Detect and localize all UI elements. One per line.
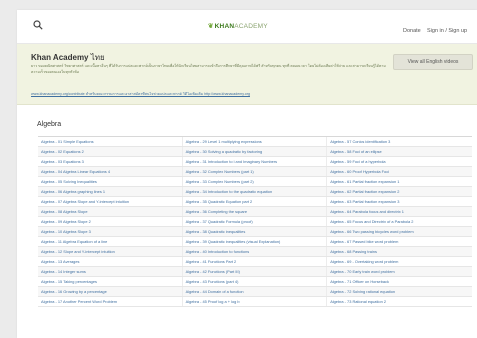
video-link[interactable]: Algebra - 07 Algebra Slope and Y-interce… (38, 197, 183, 206)
table-row: Algebra - 08 Algebra Slope Algebra - 36 C… (38, 207, 472, 217)
video-link[interactable]: Algebra - 68 Passing trains (327, 247, 472, 256)
table-row: Algebra - 05 Solving Inequalities Algebra… (38, 177, 472, 187)
video-link[interactable]: Algebra - 64 Parabola focus and directri… (327, 207, 472, 216)
video-link[interactable]: Algebra - 60 Proof Hyperbola Foci (327, 167, 472, 176)
video-link[interactable]: Algebra - 30 Solving a quadratic by fact… (183, 147, 328, 156)
video-link[interactable]: Algebra - 11 Algebra Equation of a line (38, 237, 183, 246)
signin-link[interactable]: Sign in / Sign up (427, 28, 467, 34)
video-link[interactable]: Algebra - 02 Equations 2 (38, 147, 183, 156)
table-row: Algebra - 14 Integer sums Algebra - 42 Fu… (38, 267, 472, 277)
video-link[interactable]: Algebra - 72 Solving rational equation (327, 287, 472, 296)
video-link[interactable]: Algebra - 35 Quadratic Equation part 2 (183, 197, 328, 206)
video-link[interactable]: Algebra - 65 Focus and Directrix of a Pa… (327, 217, 472, 226)
video-link[interactable]: Algebra - 17 Another Percent Word Proble… (38, 297, 183, 306)
video-link[interactable]: Algebra - 61 Partial fraction expansion … (327, 177, 472, 186)
video-link[interactable]: Algebra - 40 Introduction to functions (183, 247, 328, 256)
video-link[interactable]: Algebra - 32 Complex Numbers (part 1) (183, 167, 328, 176)
video-link[interactable]: Algebra - 05 Solving Inequalities (38, 177, 183, 186)
video-link[interactable]: Algebra - 12 Slope and Y-intercept intui… (38, 247, 183, 256)
video-link[interactable]: Algebra - 04 Algebra Linear Equations 4 (38, 167, 183, 176)
video-link[interactable]: Algebra - 31 Introduction to i and Imagi… (183, 157, 328, 166)
video-link[interactable]: Algebra - 36 Completing the square (183, 207, 328, 216)
table-row: Algebra - 02 Equations 2 Algebra - 30 Sol… (38, 147, 472, 157)
video-link[interactable]: Algebra - 43 Functions (part 4) (183, 277, 328, 286)
video-link[interactable]: Algebra - 33 Complex Numbers (part 2) (183, 177, 328, 186)
video-link[interactable]: Algebra - 39 Quadratic inequalities (vis… (183, 237, 328, 246)
video-link[interactable]: Algebra - 45 Proof log a + log b (183, 297, 328, 306)
video-link[interactable]: Algebra - 37 Quadratic Formula (proof) (183, 217, 328, 226)
video-link[interactable]: Algebra - 42 Functions (Part III) (183, 267, 328, 276)
video-link[interactable]: Algebra - 67 Passed bike word problem (327, 237, 472, 246)
video-table: Algebra - 01 Simple Equations Algebra - 2… (38, 136, 472, 307)
khan-academy-logo[interactable]: ❦KHANACADEMY (208, 22, 268, 30)
video-link[interactable]: Algebra - 66 Two passing bicycles word p… (327, 227, 472, 236)
video-link[interactable]: Algebra - 29 Level 1 multiplying express… (183, 137, 328, 146)
video-link[interactable]: Algebra - 44 Domain of a function (183, 287, 328, 296)
table-row: Algebra - 09 Algebra Slope 2 Algebra - 37… (38, 217, 472, 227)
table-row: Algebra - 12 Slope and Y-intercept intui… (38, 247, 472, 257)
table-row: Algebra - 03 Equations 3 Algebra - 31 Int… (38, 157, 472, 167)
table-row: Algebra - 07 Algebra Slope and Y-interce… (38, 197, 472, 207)
video-link[interactable]: Algebra - 34 Introduction to the quadrat… (183, 187, 328, 196)
search-icon[interactable] (33, 20, 43, 30)
table-row: Algebra - 10 Algebra Slope 3 Algebra - 38… (38, 227, 472, 237)
page: ❦KHANACADEMY Donate Sign in / Sign up Kh… (17, 10, 477, 338)
video-link[interactable]: Algebra - 08 Algebra Slope (38, 207, 183, 216)
banner-description: ยาว ของคณิตศาสตร์ วิทยาศาสตร์ และเนื้อหา… (31, 64, 386, 74)
table-row: Algebra - 17 Another Percent Word Proble… (38, 297, 472, 307)
banner-title-bold: Khan Academy (31, 53, 89, 62)
logo-text: KHAN (214, 23, 235, 30)
banner-title: Khan Academy ไทย (31, 51, 105, 64)
video-link[interactable]: Algebra - 09 Algebra Slope 2 (38, 217, 183, 226)
video-link[interactable]: Algebra - 59 Foci of a hyperbola (327, 157, 472, 166)
banner-link[interactable]: www.khanacademy.org/contribute สำหรับคณะ… (31, 92, 476, 97)
table-row: Algebra - 04 Algebra Linear Equations 4A… (38, 167, 472, 177)
language-banner: Khan Academy ไทย View all English videos… (17, 44, 477, 105)
video-link[interactable]: Algebra - 10 Algebra Slope 3 (38, 227, 183, 236)
video-link[interactable]: Algebra - 69 - Overtaking word problem (327, 257, 472, 266)
table-row: Algebra - 11 Algebra Equation of a line A… (38, 237, 472, 247)
table-row: Algebra - 13 Averages Algebra - 41 Functi… (38, 257, 472, 267)
video-link[interactable]: Algebra - 15 Taking percentages (38, 277, 183, 286)
leaf-icon: ❦ (208, 23, 214, 30)
logo-text-light: ACADEMY (234, 23, 268, 30)
video-link[interactable]: Algebra - 57 Conics identification 3 (327, 137, 472, 146)
table-row: Algebra - 01 Simple Equations Algebra - 2… (38, 137, 472, 147)
video-link[interactable]: Algebra - 70 Early train word problem (327, 267, 472, 276)
video-link[interactable]: Algebra - 03 Equations 3 (38, 157, 183, 166)
table-row: Algebra - 15 Taking percentages Algebra -… (38, 277, 472, 287)
video-link[interactable]: Algebra - 13 Averages (38, 257, 183, 266)
section-title: Algebra (37, 121, 62, 128)
banner-title-suffix: ไทย (90, 53, 105, 62)
video-link[interactable]: Algebra - 73 Rational equation 2 (327, 297, 472, 306)
video-link[interactable]: Algebra - 41 Functions Part 2 (183, 257, 328, 266)
table-row: Algebra - 06 Algebra graphing lines 1 Alg… (38, 187, 472, 197)
donate-link[interactable]: Donate (403, 28, 421, 34)
video-link[interactable]: Algebra - 62 Partial fraction expansion … (327, 187, 472, 196)
table-row: Algebra - 16 Growing by a percentage Alge… (38, 287, 472, 297)
video-link[interactable]: Algebra - 14 Integer sums (38, 267, 183, 276)
video-link[interactable]: Algebra - 38 Quadratic inequalities (183, 227, 328, 236)
top-header: ❦KHANACADEMY Donate Sign in / Sign up (17, 10, 477, 44)
video-link[interactable]: Algebra - 71 Officer on Horseback (327, 277, 472, 286)
video-link[interactable]: Algebra - 01 Simple Equations (38, 137, 183, 146)
video-link[interactable]: Algebra - 16 Growing by a percentage (38, 287, 183, 296)
video-link[interactable]: Algebra - 63 Partial fraction expansion … (327, 197, 472, 206)
video-link[interactable]: Algebra - 06 Algebra graphing lines 1 (38, 187, 183, 196)
view-english-videos-button[interactable]: View all English videos (393, 54, 473, 70)
video-link[interactable]: Algebra - 58 Foci of an ellipse (327, 147, 472, 156)
